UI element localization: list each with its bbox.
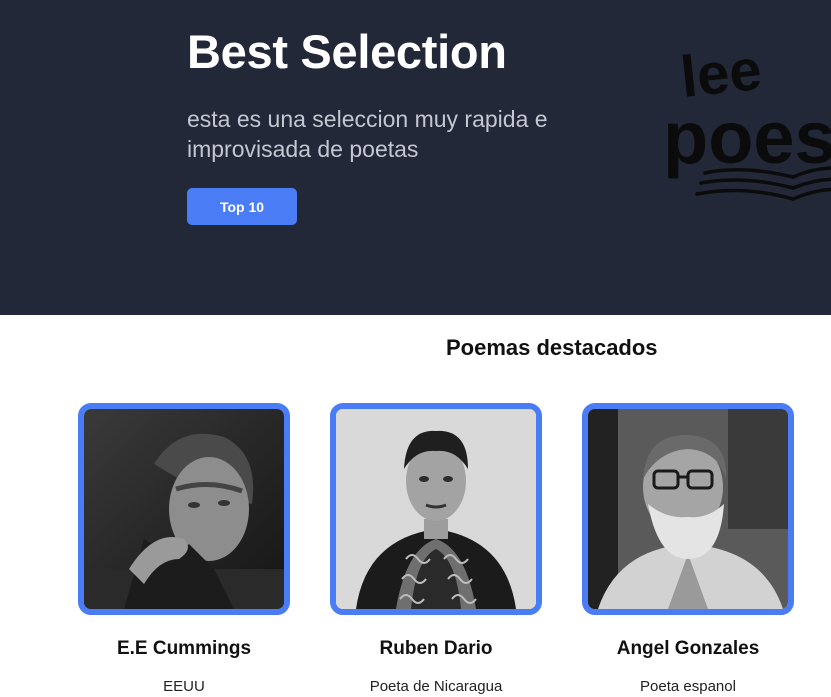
portrait-image [336,409,536,609]
poet-name: Ruben Dario [379,638,493,659]
hero-banner: Best Selection esta es una seleccion muy… [0,0,831,315]
portrait-image [84,409,284,609]
poet-photo-dario [330,403,542,615]
portrait-image [588,409,788,609]
section-title: Poemas destacados [446,335,658,360]
hero-title: Best Selection [187,25,507,78]
poet-card-gonzales[interactable]: Angel Gonzales Poeta espanol [582,403,794,695]
hero-subtitle: esta es una seleccion muy rapida e impro… [187,106,548,162]
poet-photo-cummings [78,403,290,615]
poet-card-cummings[interactable]: E.E Cummings EEUU [78,403,290,695]
logo-text-poes: poes [663,96,831,179]
poet-description: Poeta espanol [640,678,736,695]
lee-poesia-logo: lee poes [663,37,831,201]
poet-photo-gonzales [582,403,794,615]
poet-description: EEUU [163,678,205,695]
top-10-button[interactable]: Top 10 [187,188,297,225]
poet-name: E.E Cummings [116,638,252,659]
poet-name: Angel Gonzales [616,638,760,659]
poet-card-dario[interactable]: Ruben Dario Poeta de Nicaragua [330,403,542,695]
poet-description: Poeta de Nicaragua [369,678,503,695]
